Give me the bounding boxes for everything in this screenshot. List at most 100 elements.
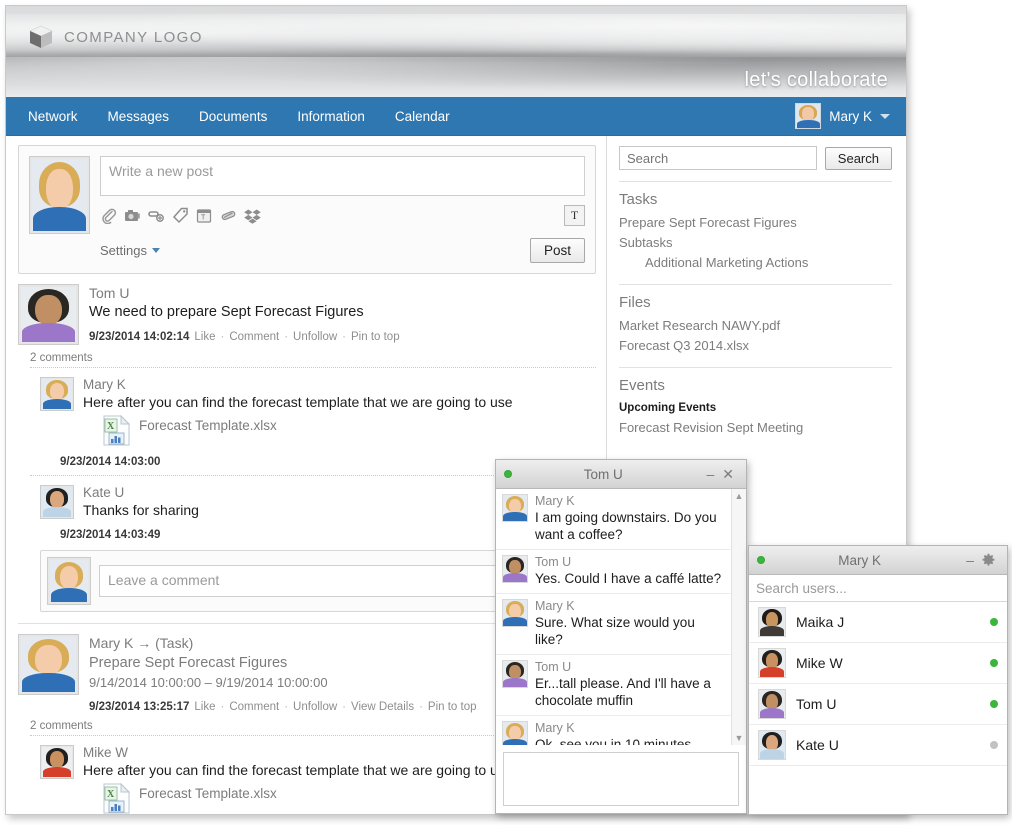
chat-message: Tom U Er...tall please. And I'll have a … — [496, 655, 731, 716]
calendar-icon[interactable]: T — [196, 207, 213, 224]
view-details-link[interactable]: View Details — [351, 701, 414, 713]
sidebar-section-title-tasks: Tasks — [619, 191, 658, 208]
comment-link[interactable]: Comment — [229, 701, 279, 713]
main-navigation: Network Messages Documents Information C… — [6, 97, 906, 136]
chat-message-body: Mary K Ok, see you in 10 minutes — [535, 721, 725, 745]
scroll-up-icon[interactable]: ▲ — [732, 489, 746, 503]
separator-dot: · — [342, 331, 346, 343]
nav-items: Network Messages Documents Information C… — [6, 97, 464, 135]
like-link[interactable]: Like — [194, 331, 215, 343]
search-row: Search — [619, 146, 892, 170]
chat-message-body: Mary K Sure. What size would you like? — [535, 599, 725, 648]
composer-settings-button[interactable]: Settings — [100, 243, 160, 258]
new-post-input[interactable]: Write a new post — [100, 156, 585, 196]
attachment-icons: T — [100, 207, 261, 225]
sidebar-event-item[interactable]: Forecast Revision Sept Meeting — [619, 418, 892, 438]
dropbox-icon[interactable] — [244, 207, 261, 224]
chevron-down-icon — [151, 248, 160, 253]
chat-message-body: Mary K I am going downstairs. Do you wan… — [535, 494, 725, 543]
divider — [619, 284, 892, 285]
user-list-item[interactable]: Mike W — [749, 643, 1007, 684]
nav-item-messages[interactable]: Messages — [94, 97, 184, 135]
chat-message-author: Tom U — [535, 555, 572, 569]
post-timestamp: 9/23/2014 14:02:14 — [89, 331, 190, 343]
link-icon[interactable] — [148, 207, 165, 224]
post-header: Tom U We need to prepare Sept Forecast F… — [18, 284, 596, 345]
pin-to-top-link[interactable]: Pin to top — [351, 331, 400, 343]
gear-icon[interactable] — [978, 553, 999, 568]
post-comment: Mary K Here after you can find the forec… — [18, 368, 596, 446]
user-list-item[interactable]: Maika J — [749, 602, 1007, 643]
nav-item-network[interactable]: Network — [14, 97, 92, 135]
format-text-button[interactable]: T — [564, 205, 585, 226]
pin-to-top-link[interactable]: Pin to top — [428, 701, 477, 713]
user-menu[interactable]: Mary K — [795, 103, 906, 129]
svg-text:X: X — [107, 789, 115, 800]
avatar — [502, 555, 528, 583]
user-name: Mike W — [796, 655, 843, 671]
scroll-down-icon[interactable]: ▼ — [732, 731, 746, 745]
separator-dot: · — [284, 331, 289, 343]
separator-dot: · — [220, 331, 225, 343]
chat-message: Mary K I am going downstairs. Do you wan… — [496, 489, 731, 550]
chat-message-text: Ok, see you in 10 minutes — [535, 737, 692, 745]
user-name: Kate U — [796, 737, 839, 753]
sidebar-subtasks-label[interactable]: Subtasks — [619, 233, 892, 253]
nav-item-documents[interactable]: Documents — [185, 97, 281, 135]
chat-window-titlebar[interactable]: Tom U – ✕ — [496, 460, 746, 489]
users-window-titlebar[interactable]: Mary K – — [749, 546, 1007, 575]
search-input[interactable] — [619, 146, 817, 170]
chat-messages: Mary K I am going downstairs. Do you wan… — [496, 489, 731, 745]
unfollow-link[interactable]: Unfollow — [293, 701, 337, 713]
post-meta: 9/23/2014 14:02:14 Like · Comment · Unfo… — [89, 331, 596, 343]
attachment-name[interactable]: Forecast Template.xlsx — [139, 415, 277, 433]
sidebar-task-item[interactable]: Prepare Sept Forecast Figures — [619, 213, 892, 233]
sidebar-file-item[interactable]: Market Research NAWY.pdf — [619, 316, 892, 336]
company-logo[interactable]: COMPANY LOGO — [28, 24, 203, 50]
nav-item-information[interactable]: Information — [283, 97, 379, 135]
camera-icon[interactable] — [124, 207, 141, 224]
chat-message-author: Mary K — [535, 599, 575, 613]
excel-file-icon: X — [103, 782, 131, 814]
chat-message: Mary K Sure. What size would you like? — [496, 594, 731, 655]
chevron-down-icon — [880, 113, 890, 119]
post-author[interactable]: Tom U — [89, 285, 596, 302]
header-banner: COMPANY LOGO let's collaborate — [6, 6, 906, 97]
chat-message-list: Mary K I am going downstairs. Do you wan… — [496, 489, 746, 745]
paperclip-icon[interactable] — [100, 207, 117, 225]
search-button[interactable]: Search — [824, 146, 892, 170]
attachment-name[interactable]: Forecast Template.xlsx — [139, 783, 277, 801]
like-link[interactable]: Like — [194, 701, 215, 713]
sidebar-section-title-events: Events — [619, 377, 665, 394]
user-name: Tom U — [796, 696, 837, 712]
sidebar-file-item[interactable]: Forecast Q3 2014.xlsx — [619, 336, 892, 356]
user-list-item[interactable]: Tom U — [749, 684, 1007, 725]
comment-count[interactable]: 2 comments — [30, 352, 596, 364]
separator-dot: · — [284, 701, 289, 713]
comment-author[interactable]: Mary K — [83, 377, 596, 393]
online-status-icon — [990, 659, 998, 667]
chat-message-text: Er...tall please. And I'll have a chocol… — [535, 676, 711, 708]
chat-scrollbar[interactable]: ▲ ▼ — [731, 489, 746, 745]
user-list-item[interactable]: Kate U — [749, 725, 1007, 766]
comment-link[interactable]: Comment — [229, 331, 279, 343]
avatar — [758, 648, 786, 678]
clip-icon[interactable] — [220, 207, 237, 224]
nav-item-calendar[interactable]: Calendar — [381, 97, 464, 135]
post-button[interactable]: Post — [529, 238, 585, 263]
divider — [619, 181, 892, 182]
avatar — [758, 689, 786, 719]
user-search-input[interactable]: Search users... — [749, 575, 1007, 602]
tag-icon[interactable] — [172, 207, 189, 224]
comment-attachment[interactable]: X Forecast Template.xlsx — [83, 414, 596, 446]
user-name: Maika J — [796, 614, 845, 630]
sidebar-subtask-item[interactable]: Additional Marketing Actions — [619, 253, 892, 273]
minimize-icon[interactable]: – — [962, 553, 978, 567]
minimize-icon[interactable]: – — [702, 467, 718, 481]
separator-dot: · — [220, 701, 225, 713]
close-icon[interactable]: ✕ — [718, 467, 738, 481]
chat-message-text: Yes. Could I have a caffé latte? — [535, 571, 722, 586]
chat-input[interactable] — [503, 752, 739, 806]
unfollow-link[interactable]: Unfollow — [293, 331, 337, 343]
composer-main: Write a new post T T Settings Post — [100, 156, 585, 263]
